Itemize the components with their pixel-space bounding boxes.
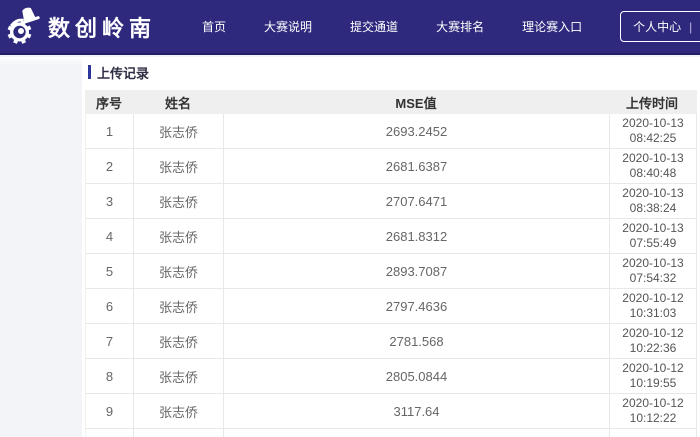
table-row: 7 张志侨 2781.568 2020-10-12 10:22:36 bbox=[85, 324, 697, 359]
content-card: 上传记录 序号 姓名 MSE值 上传时间 1 张志侨 2693.2452 202… bbox=[82, 57, 700, 437]
cell-upload-time: 2020-10-13 07:54:32 bbox=[610, 256, 696, 286]
cell-name: 张志侨 bbox=[134, 184, 224, 218]
table-row: 5 张志侨 2893.7087 2020-10-13 07:54:32 bbox=[85, 254, 697, 289]
upload-clock: 07:55:49 bbox=[629, 236, 677, 250]
cell-name: 张志侨 bbox=[134, 324, 224, 358]
col-header-index: 序号 bbox=[95, 95, 122, 111]
cell-name: 张志侨 bbox=[134, 219, 224, 253]
col-header-name: 姓名 bbox=[164, 95, 191, 111]
nav-item-submission[interactable]: 提交通道 bbox=[346, 12, 402, 41]
mascot-gear-eye-hat-icon bbox=[6, 7, 42, 47]
cell-index: 2 bbox=[86, 149, 134, 183]
upload-records-table: 序号 姓名 MSE值 上传时间 1 张志侨 2693.2452 2020-10-… bbox=[85, 90, 697, 437]
nav-item-ranking[interactable]: 大赛排名 bbox=[432, 12, 488, 41]
cell-name: 张志侨 bbox=[134, 149, 224, 183]
top-navigation-bar: 数创岭南 首页 大赛说明 提交通道 大赛排名 理论赛入口 个人中心 | 退出 bbox=[0, 0, 700, 55]
col-header-time: 上传时间 bbox=[625, 95, 678, 111]
cell-name: 张志侨 bbox=[134, 254, 224, 288]
table-body: 1 张志侨 2693.2452 2020-10-13 08:42:25 2 张志… bbox=[85, 114, 697, 429]
cell-index: 9 bbox=[86, 394, 134, 428]
table-row: 9 张志侨 3117.64 2020-10-12 10:12:22 bbox=[85, 394, 697, 429]
upload-clock: 10:22:36 bbox=[629, 341, 677, 355]
cell-upload-time: 2020-10-12 10:12:22 bbox=[610, 396, 696, 426]
cell-index: 8 bbox=[86, 359, 134, 393]
upload-clock: 10:19:55 bbox=[629, 376, 677, 390]
cell-index: 4 bbox=[86, 219, 134, 253]
upload-date: 2020-10-13 bbox=[622, 186, 684, 200]
cell-index: 1 bbox=[86, 114, 134, 148]
table-row: 3 张志侨 2707.6471 2020-10-13 08:38:24 bbox=[85, 184, 697, 219]
upload-date: 2020-10-12 bbox=[622, 326, 684, 340]
table-row: 8 张志侨 2805.0844 2020-10-12 10:19:55 bbox=[85, 359, 697, 394]
cell-upload-time: 2020-10-13 08:38:24 bbox=[610, 186, 696, 216]
partial-row bbox=[85, 429, 697, 437]
cell-mse: 2707.6471 bbox=[224, 184, 610, 218]
brand-title: 数创岭南 bbox=[48, 15, 157, 41]
upload-date: 2020-10-13 bbox=[622, 221, 684, 235]
cell-mse: 2781.568 bbox=[224, 324, 610, 358]
cell-upload-time: 2020-10-12 10:31:03 bbox=[610, 291, 696, 321]
upload-date: 2020-10-13 bbox=[622, 256, 684, 270]
user-menu: 个人中心 | 退出 bbox=[620, 11, 700, 42]
nav-item-contest-info[interactable]: 大赛说明 bbox=[260, 12, 316, 41]
upload-clock: 08:42:25 bbox=[629, 131, 677, 145]
cell-upload-time: 2020-10-13 08:42:25 bbox=[610, 116, 696, 146]
cell-mse: 2797.4636 bbox=[224, 289, 610, 323]
cell-index: 3 bbox=[86, 184, 134, 218]
upload-clock: 10:31:03 bbox=[629, 306, 677, 320]
table-row: 6 张志侨 2797.4636 2020-10-12 10:31:03 bbox=[85, 289, 697, 324]
upload-date: 2020-10-12 bbox=[622, 361, 684, 375]
upload-date: 2020-10-12 bbox=[622, 396, 684, 410]
cell-name: 张志侨 bbox=[134, 394, 224, 428]
col-header-mse: MSE值 bbox=[395, 95, 437, 111]
main-nav: 首页 大赛说明 提交通道 大赛排名 理论赛入口 bbox=[198, 12, 616, 41]
table-row: 2 张志侨 2681.6387 2020-10-13 08:40:48 bbox=[85, 149, 697, 184]
cell-index: 5 bbox=[86, 254, 134, 288]
upload-date: 2020-10-12 bbox=[622, 291, 684, 305]
cell-mse: 3117.64 bbox=[224, 394, 610, 428]
upload-clock: 08:40:48 bbox=[629, 166, 677, 180]
cell-name: 张志侨 bbox=[134, 114, 224, 148]
upload-date: 2020-10-13 bbox=[622, 116, 684, 130]
cell-mse: 2805.0844 bbox=[224, 359, 610, 393]
cell-index: 6 bbox=[86, 289, 134, 323]
nav-item-theory-entry[interactable]: 理论赛入口 bbox=[518, 12, 586, 41]
section-title-text: 上传记录 bbox=[97, 65, 150, 81]
cell-mse: 2681.6387 bbox=[224, 149, 610, 183]
upload-clock: 08:38:24 bbox=[629, 201, 677, 215]
cell-upload-time: 2020-10-13 07:55:49 bbox=[610, 221, 696, 251]
cell-mse: 2893.7087 bbox=[224, 254, 610, 288]
section-title: 上传记录 bbox=[88, 64, 697, 81]
cell-mse: 2681.8312 bbox=[224, 219, 610, 253]
upload-clock: 10:12:22 bbox=[629, 411, 677, 425]
cell-upload-time: 2020-10-12 10:19:55 bbox=[610, 361, 696, 391]
user-menu-divider: | bbox=[689, 19, 693, 34]
cell-mse: 2693.2452 bbox=[224, 114, 610, 148]
cell-name: 张志侨 bbox=[134, 289, 224, 323]
upload-clock: 07:54:32 bbox=[629, 271, 677, 285]
brand-logo[interactable]: 数创岭南 bbox=[6, 7, 156, 47]
cell-upload-time: 2020-10-13 08:40:48 bbox=[610, 151, 696, 181]
cell-index: 7 bbox=[86, 324, 134, 358]
nav-item-home[interactable]: 首页 bbox=[198, 12, 230, 41]
table-row: 1 张志侨 2693.2452 2020-10-13 08:42:25 bbox=[85, 114, 697, 149]
title-accent-bar bbox=[88, 65, 91, 79]
cell-upload-time: 2020-10-12 10:22:36 bbox=[610, 326, 696, 356]
table-header-row: 序号 姓名 MSE值 上传时间 bbox=[85, 90, 697, 114]
upload-date: 2020-10-13 bbox=[622, 151, 684, 165]
profile-link[interactable]: 个人中心 bbox=[633, 18, 681, 35]
cell-name: 张志侨 bbox=[134, 359, 224, 393]
table-row: 4 张志侨 2681.8312 2020-10-13 07:55:49 bbox=[85, 219, 697, 254]
